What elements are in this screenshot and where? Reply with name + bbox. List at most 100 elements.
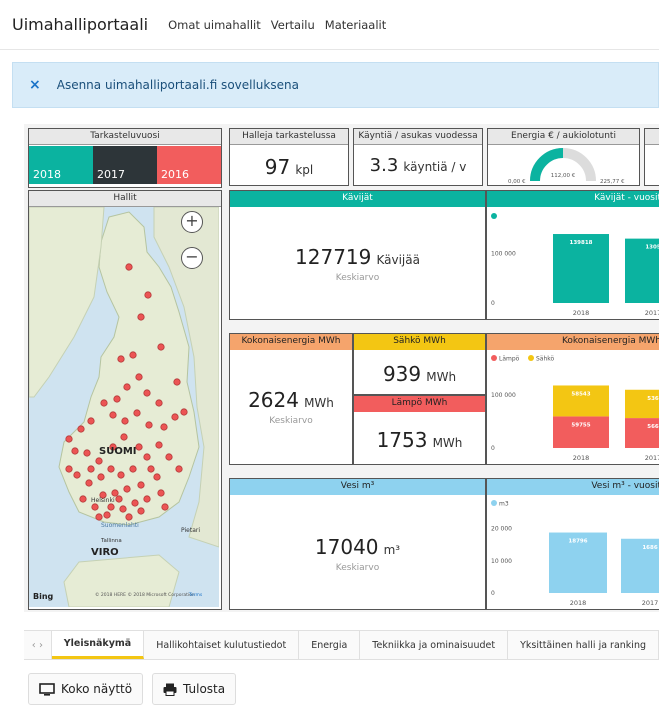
hall-marker[interactable]: [135, 443, 143, 451]
hall-marker[interactable]: [73, 471, 81, 479]
nav-link-vertailu[interactable]: Vertailu: [271, 18, 315, 32]
legend-label: Lämpö: [499, 356, 520, 363]
hall-marker[interactable]: [157, 489, 165, 497]
hall-marker[interactable]: [171, 413, 179, 421]
halls-map[interactable]: SUOMI VIRO Helsinki Suomenlahti Tallinna…: [29, 207, 219, 607]
hall-marker[interactable]: [111, 489, 119, 497]
y-tick-label: 0: [491, 445, 495, 452]
hall-marker[interactable]: [113, 395, 121, 403]
hall-marker[interactable]: [125, 513, 133, 521]
bar[interactable]: [625, 418, 659, 448]
tab-scroll-arrows[interactable]: ‹ ›: [24, 631, 52, 659]
bar[interactable]: [553, 416, 609, 448]
hall-marker[interactable]: [157, 343, 165, 351]
hall-marker[interactable]: [83, 449, 91, 457]
print-button[interactable]: Tulosta: [152, 673, 237, 705]
data-label: 18796: [568, 539, 587, 545]
tab-yksittainen[interactable]: Yksittäinen halli ja ranking: [508, 631, 659, 659]
nav-link-omat-uimahallit[interactable]: Omat uimahallit: [168, 18, 261, 32]
hall-marker[interactable]: [143, 453, 151, 461]
hall-marker[interactable]: [87, 465, 95, 473]
hall-marker[interactable]: [160, 423, 168, 431]
hall-marker[interactable]: [120, 433, 128, 441]
hall-marker[interactable]: [145, 421, 153, 429]
hall-marker[interactable]: [147, 465, 155, 473]
hall-marker[interactable]: [97, 473, 105, 481]
hall-marker[interactable]: [107, 465, 115, 473]
hall-marker[interactable]: [129, 465, 137, 473]
year-button-2017[interactable]: 2017: [93, 146, 157, 184]
hall-marker[interactable]: [137, 313, 145, 321]
map-label-suomi: SUOMI: [99, 446, 137, 457]
hall-marker[interactable]: [65, 435, 73, 443]
hall-marker[interactable]: [161, 503, 169, 511]
hall-marker[interactable]: [95, 457, 103, 465]
year-button-2016[interactable]: 2016: [157, 146, 221, 184]
hall-marker[interactable]: [117, 471, 125, 479]
hall-marker[interactable]: [137, 481, 145, 489]
hall-marker[interactable]: [79, 495, 87, 503]
hall-marker[interactable]: [123, 383, 131, 391]
tab-energia[interactable]: Energia: [299, 631, 361, 659]
hall-marker[interactable]: [87, 417, 95, 425]
tab-tekniikka[interactable]: Tekniikka ja ominaisuudet: [360, 631, 509, 659]
y-tick-label: 10 000: [491, 558, 512, 565]
hall-marker[interactable]: [123, 485, 131, 493]
zoom-out-button[interactable]: −: [181, 247, 203, 269]
hall-marker[interactable]: [135, 373, 143, 381]
hall-marker[interactable]: [133, 409, 141, 417]
energy-chart-tile: Kokonaisenergia MWh Lämpö Sähkö 100 000 0 59…: [486, 333, 659, 465]
bar[interactable]: [553, 385, 609, 417]
y-tick-label: 0: [491, 300, 495, 307]
kpi-halls-unit: kpl: [295, 163, 314, 177]
hall-marker[interactable]: [117, 355, 125, 363]
hall-marker[interactable]: [119, 505, 127, 513]
hall-marker[interactable]: [137, 507, 145, 515]
hall-marker[interactable]: [155, 399, 163, 407]
hall-marker[interactable]: [107, 503, 115, 511]
bar[interactable]: [625, 389, 659, 419]
hall-marker[interactable]: [77, 425, 85, 433]
hall-marker[interactable]: [95, 513, 103, 521]
hall-marker[interactable]: [173, 378, 181, 386]
hall-marker[interactable]: [165, 453, 173, 461]
hall-marker[interactable]: [125, 263, 133, 271]
heat-title: Lämpö MWh: [354, 396, 485, 412]
year-button-2018[interactable]: 2018: [29, 146, 93, 184]
tab-yleisnakyma[interactable]: Yleisnäkymä: [51, 631, 145, 659]
fullscreen-button[interactable]: Koko näyttö: [28, 673, 144, 705]
energy-total-tile: Kokonaisenergia MWh 2624 MWh Keskiarvo: [229, 333, 353, 465]
kpi-energy-title: Energia € / aukiolotunti: [488, 129, 639, 145]
brand-logo[interactable]: Uimahalliportaali: [12, 15, 148, 34]
kpi-visits-tile: Käyntiä / asukas vuodessa 3.3 käyntiä / …: [353, 128, 483, 186]
hall-marker[interactable]: [144, 291, 152, 299]
hall-marker[interactable]: [100, 399, 108, 407]
hall-marker[interactable]: [143, 389, 151, 397]
hall-marker[interactable]: [129, 351, 137, 359]
hall-marker[interactable]: [180, 408, 188, 416]
kpi-halls-tile: Halleja tarkastelussa 97 kpl: [229, 128, 349, 186]
water-chart-title: Vesi m³ - vuosit: [487, 479, 659, 495]
map-label-viro: VIRO: [91, 547, 119, 558]
hall-marker[interactable]: [71, 447, 79, 455]
hall-marker[interactable]: [65, 465, 73, 473]
hall-marker[interactable]: [175, 465, 183, 473]
heat-unit: MWh: [432, 436, 463, 450]
close-icon[interactable]: ×: [29, 77, 41, 93]
hall-marker[interactable]: [143, 495, 151, 503]
hall-marker[interactable]: [153, 473, 161, 481]
hall-marker[interactable]: [109, 411, 117, 419]
map-terms-link[interactable]: Terms: [188, 592, 203, 598]
hall-marker[interactable]: [121, 417, 129, 425]
hall-marker[interactable]: [131, 499, 139, 507]
hall-marker[interactable]: [155, 441, 163, 449]
hall-marker[interactable]: [103, 511, 111, 519]
hall-marker[interactable]: [115, 495, 123, 503]
tab-hallikohtaiset[interactable]: Hallikohtaiset kulutustiedot: [144, 631, 300, 659]
nav-link-materiaalit[interactable]: Materiaalit: [325, 18, 386, 32]
hall-marker[interactable]: [85, 479, 93, 487]
hall-marker[interactable]: [91, 503, 99, 511]
zoom-in-button[interactable]: +: [181, 211, 203, 233]
energy-total-value: 2624: [248, 388, 299, 412]
x-tick-label: 2017: [645, 309, 659, 317]
